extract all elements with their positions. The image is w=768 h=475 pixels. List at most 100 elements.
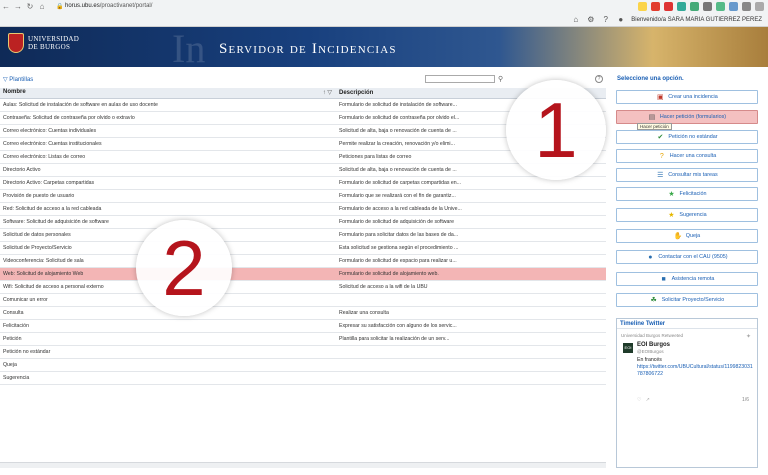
template-description	[336, 293, 606, 307]
search-input[interactable]	[425, 75, 495, 83]
option-button[interactable]: ★ Sugerencia	[616, 208, 758, 222]
extension-icon[interactable]	[664, 1, 673, 11]
table-header: Nombre ↑ ▽ Descripción	[0, 88, 606, 99]
form-icon: ▤	[648, 114, 656, 121]
template-name: Directorio Activo: Carpetas compartidas	[0, 176, 336, 190]
table-row[interactable]: Provisión de puesto de usuario Formulario…	[0, 189, 606, 203]
table-row[interactable]: Queja	[0, 358, 606, 372]
home-icon[interactable]: ⌂	[36, 0, 48, 12]
template-name: Correo electrónico: Cuentas instituciona…	[0, 137, 336, 151]
tweet-handle[interactable]: @EOIBurgos	[637, 349, 664, 354]
person-icon: ●	[648, 253, 653, 261]
home-icon[interactable]: ⌂	[571, 15, 580, 24]
template-description: Expresar su satisfacción con alguno de l…	[336, 319, 606, 333]
reload-icon[interactable]: ↻	[24, 0, 36, 12]
star-icon: ★	[668, 191, 675, 198]
options-panel: Seleccione una opción. ▣ Crear una incide…	[612, 72, 762, 472]
option-button[interactable]: ☰ Consultar mis tareas	[616, 168, 758, 182]
hand-icon: ✋	[673, 233, 683, 240]
option-button[interactable]: ★ Felicitación	[616, 187, 758, 201]
table-row[interactable]: Red: Solicitud de acceso a la red cablea…	[0, 202, 606, 216]
template-name: Contraseña: Solicitud de contraseña por …	[0, 111, 336, 125]
option-label: Petición no estándar	[668, 134, 718, 140]
twitter-icon[interactable]: ✦	[746, 333, 751, 340]
tooltip: Hacer petición	[637, 123, 672, 130]
option-button[interactable]: ☘ Solicitar Proyecto/Servicio	[616, 293, 758, 307]
template-name: Directorio Activo	[0, 163, 336, 177]
extension-icon[interactable]	[742, 1, 751, 11]
template-description	[336, 371, 606, 385]
extension-icon[interactable]	[677, 1, 686, 11]
table-row[interactable]: Web: Solicitud de alojamiento Web Formula…	[0, 267, 606, 281]
table-row[interactable]: Solicitud de datos personales Formulario …	[0, 228, 606, 242]
page: ← → ↻ ⌂ 🔒 horus.ubu.es /proactivanet/por…	[0, 0, 768, 475]
forward-icon[interactable]: →	[12, 0, 24, 12]
tweet-body: En francés https://twitter.com/UBUCultur…	[637, 357, 753, 378]
option-button[interactable]: ? Hacer una consulta	[616, 149, 758, 163]
twitter-title: Timeline Twitter	[617, 319, 757, 329]
settings-icon[interactable]: ⚙	[586, 15, 595, 24]
column-name[interactable]: Nombre ↑ ▽	[0, 88, 336, 99]
table-row[interactable]: Petición Plantilla para solicitar la real…	[0, 332, 606, 346]
option-label: Sugerencia	[679, 212, 707, 218]
search-icon[interactable]: ⚲	[498, 75, 503, 83]
table-row[interactable]: Consulta Realizar una consulta	[0, 306, 606, 320]
option-button[interactable]: ■ Asistencia remota	[616, 272, 758, 286]
template-description: Formulario de solicitud de adquisición d…	[336, 215, 606, 229]
option-label: Contactar con el CAU (9505)	[658, 254, 728, 260]
extension-icon[interactable]	[729, 1, 738, 11]
annotation-1: 1	[506, 80, 606, 180]
option-label: Queja	[685, 233, 701, 239]
table-row[interactable]: Petición no estándar	[0, 345, 606, 359]
address-bar[interactable]: 🔒 horus.ubu.es /proactivanet/portal/	[56, 1, 596, 11]
option-button[interactable]: ● Contactar con el CAU (9505)	[616, 250, 758, 264]
template-description: Esta solicitud se gestiona según el proc…	[336, 241, 606, 255]
extension-icon[interactable]	[690, 1, 699, 11]
retweet-label: Universidad Burgos Retweeted	[621, 333, 684, 338]
templates-filter-label[interactable]: ▽ Plantillas	[3, 76, 33, 83]
sort-icon[interactable]: ↑ ▽	[323, 89, 332, 96]
avatar[interactable]: EOI	[623, 343, 633, 353]
browser-chrome: ← → ↻ ⌂ 🔒 horus.ubu.es /proactivanet/por…	[0, 0, 768, 27]
header-banner: UNIVERSIDAD DE BURGOS In Servidor de Inc…	[0, 27, 768, 67]
help-icon[interactable]: ?	[601, 15, 610, 24]
banner-watermark: In	[172, 27, 206, 68]
tweet-link[interactable]: https://twitter.com/UBUCultural/status/1…	[637, 364, 753, 378]
star-icon[interactable]	[638, 1, 647, 11]
tweet-actions[interactable]: ♡ ↗	[637, 397, 650, 403]
table-row[interactable]: Videoconferencia: Solicitud de sala Formu…	[0, 254, 606, 268]
page-title: Servidor de Incidencias	[219, 41, 397, 57]
table-row[interactable]: Felicitación Expresar su satisfacción con…	[0, 319, 606, 333]
option-button[interactable]: ▣ Crear una incidencia	[616, 90, 758, 104]
list-icon: ☰	[657, 172, 664, 179]
table-row[interactable]: Comunicar un error	[0, 293, 606, 307]
extension-icon[interactable]	[716, 1, 725, 11]
table-row[interactable]: Solicitud de Proyecto/Servicio Esta solic…	[0, 241, 606, 255]
table-row[interactable]: Wifi: Solicitud de acceso a personal ext…	[0, 280, 606, 294]
table-row[interactable]: Software: Solicitud de adquisición de so…	[0, 215, 606, 229]
university-name[interactable]: UNIVERSIDAD DE BURGOS	[28, 35, 79, 51]
template-description: Solicitud de acceso a la wifi de la UBU	[336, 280, 606, 294]
template-name: Correo electrónico: Cuentas individuales	[0, 124, 336, 138]
option-label: Crear una incidencia	[668, 94, 718, 100]
option-label: Hacer petición (formularios)	[659, 114, 727, 120]
table-row[interactable]: Directorio Activo: Carpetas compartidas F…	[0, 176, 606, 190]
option-button[interactable]: ▤ Hacer petición (formularios)	[616, 110, 758, 124]
help-icon[interactable]: ?	[595, 75, 603, 83]
template-description: Formulario de solicitud de alojamiento w…	[336, 267, 606, 281]
template-description: Formulario que se realizará con el fin d…	[336, 189, 606, 203]
template-name: Queja	[0, 358, 336, 372]
table-row[interactable]: Directorio Activo Solicitud de alta, baja…	[0, 163, 606, 177]
twitter-timeline: Timeline Twitter ✦ Universidad Burgos Re…	[616, 318, 758, 468]
option-button[interactable]: ✔ Petición no estándar	[616, 130, 758, 144]
menu-icon[interactable]	[755, 1, 764, 11]
tweet-author[interactable]: EOI Burgos	[637, 342, 670, 348]
extension-icon[interactable]	[651, 1, 660, 11]
option-button[interactable]: ✋ Queja	[616, 229, 758, 243]
back-icon[interactable]: ←	[0, 0, 12, 12]
table-row[interactable]: Sugerencia	[0, 371, 606, 385]
extensions-bar	[638, 1, 764, 11]
check-icon: ✔	[657, 134, 664, 141]
extension-icon[interactable]	[703, 1, 712, 11]
option-label: Asistencia remota	[671, 276, 715, 282]
